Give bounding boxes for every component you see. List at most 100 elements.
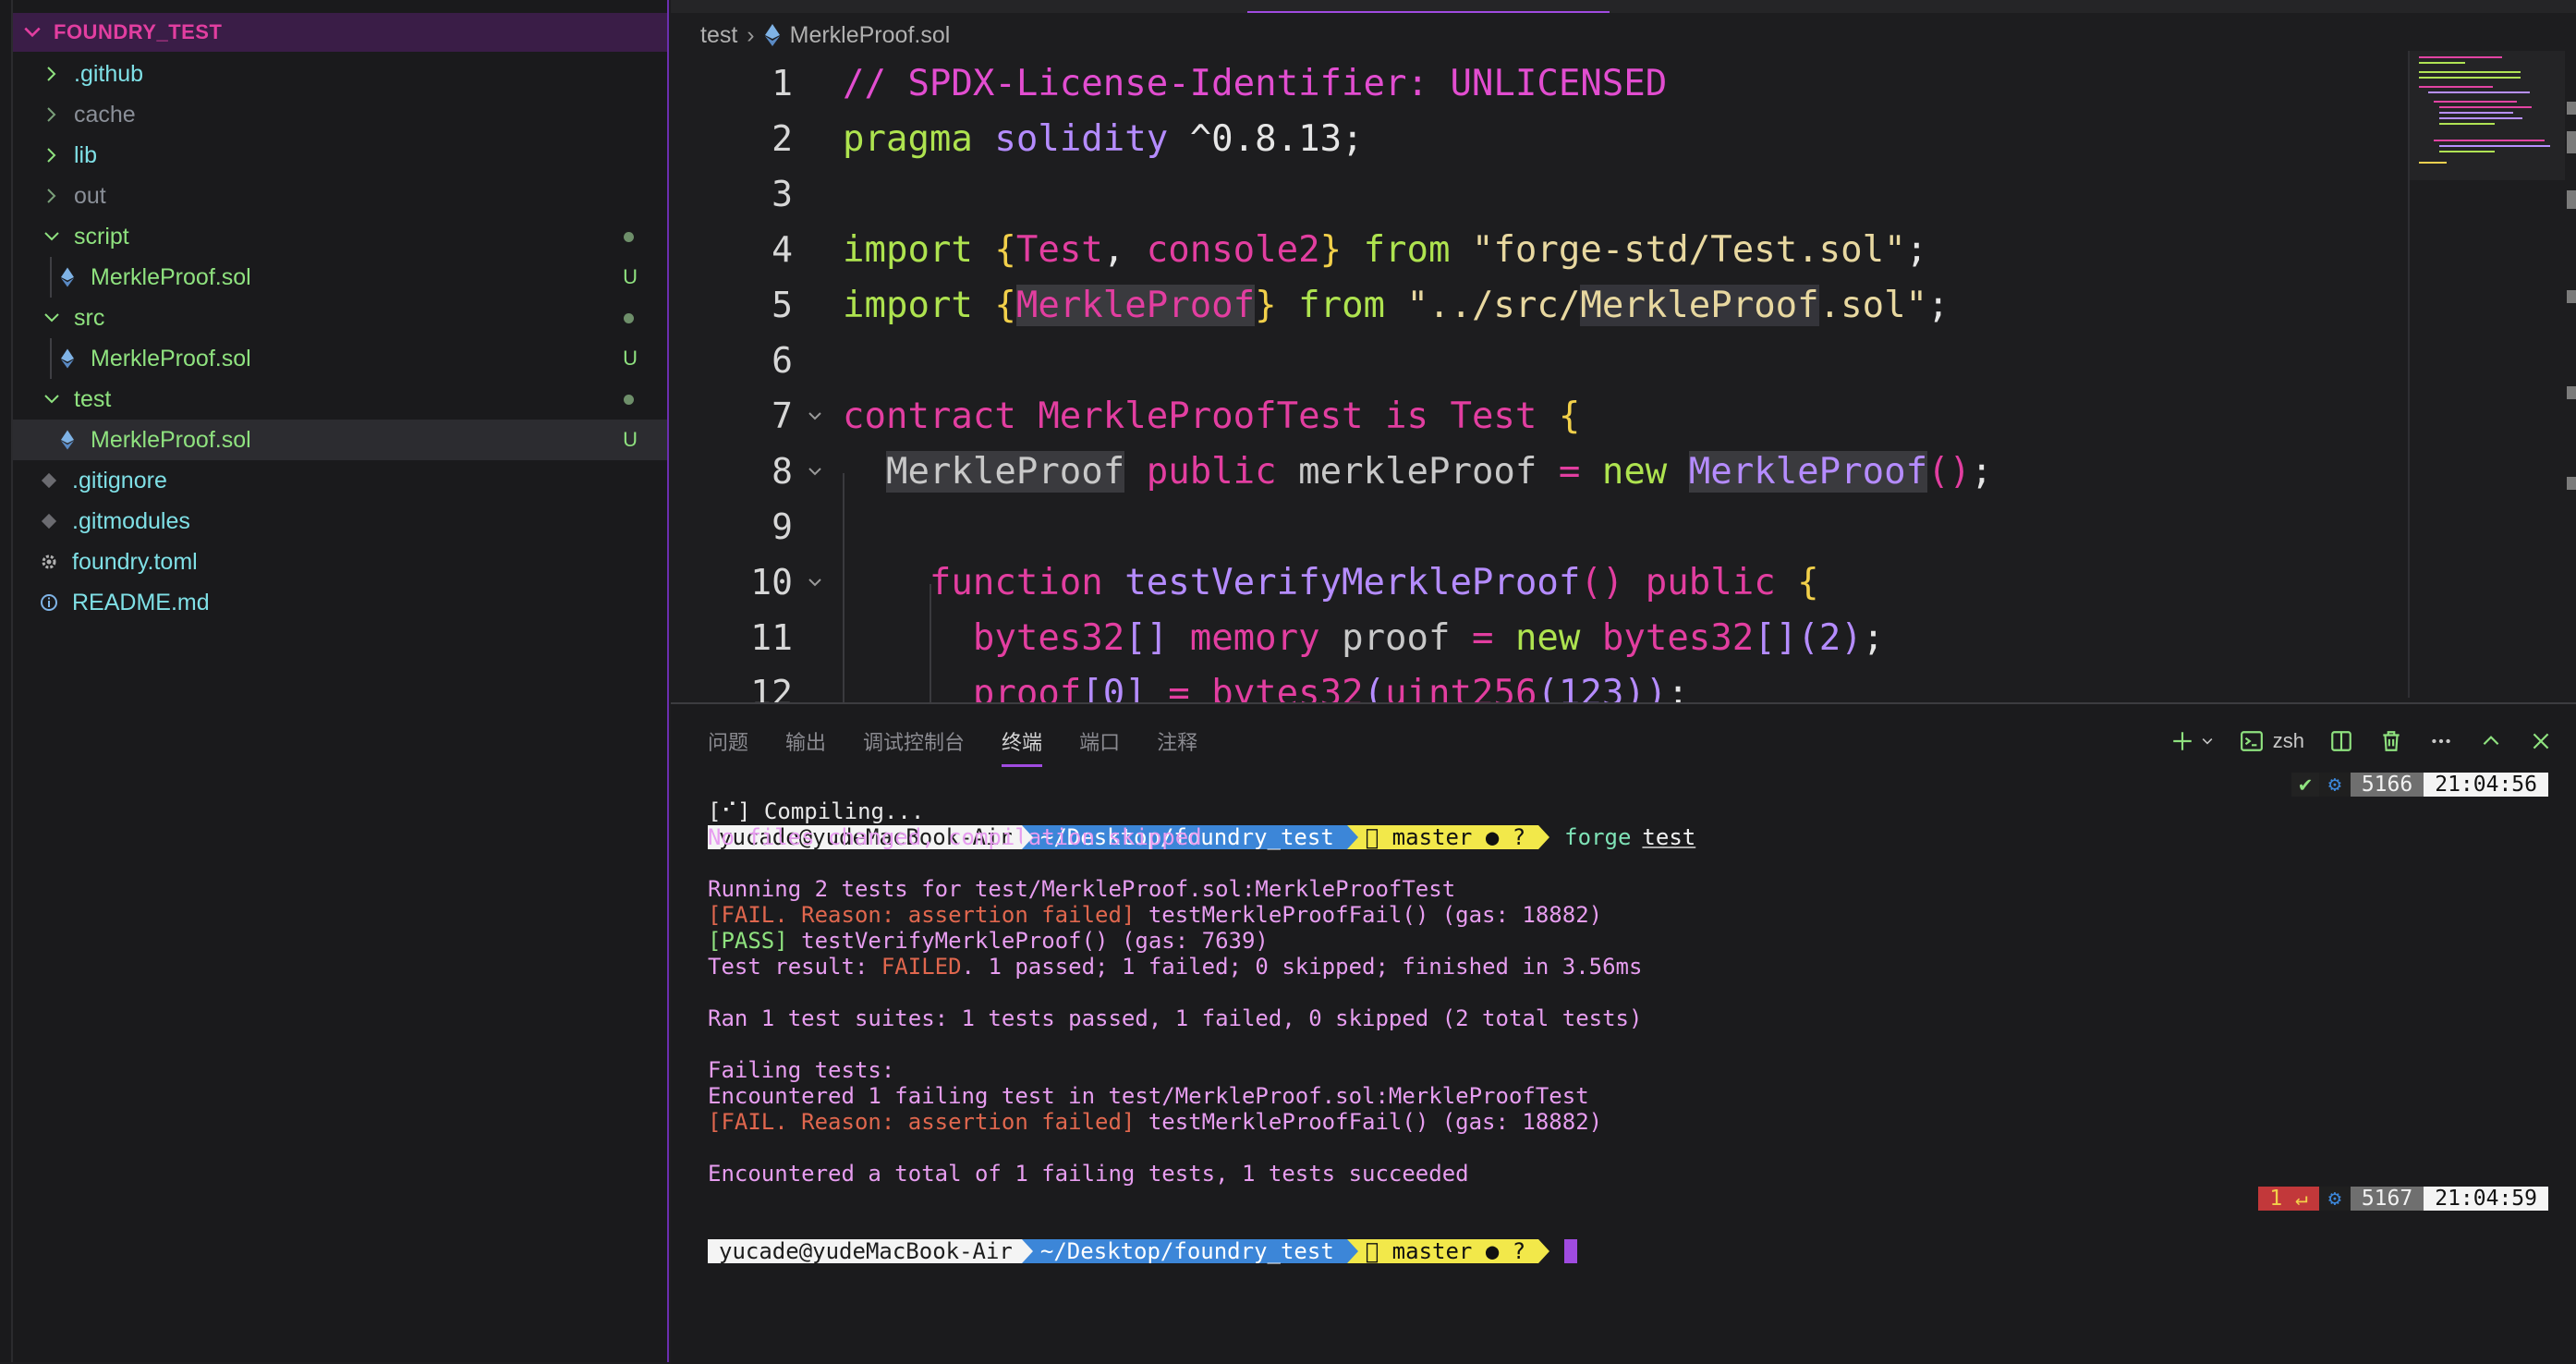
panel-tabs: 问题 输出 调试控制台 终端 端口 注释 <box>708 713 1234 769</box>
tree-item-label: out <box>74 182 106 209</box>
tree-item-github[interactable]: .github <box>13 54 667 94</box>
kill-terminal-button[interactable] <box>2378 728 2404 754</box>
prompt-time: 21:04:56 <box>2424 773 2548 797</box>
fail-tag: [FAIL. Reason: assertion failed] <box>708 1109 1136 1135</box>
explorer-sidebar: FOUNDRY_TEST .github cache lib out scrip… <box>0 0 669 1362</box>
close-panel-button[interactable] <box>2528 728 2554 754</box>
fold-chevron-icon[interactable] <box>806 573 824 591</box>
tree-item-test[interactable]: test <box>13 379 667 420</box>
tree-item-label: test <box>74 385 112 412</box>
more-actions-button[interactable] <box>2428 728 2454 754</box>
terminal-line: Running 2 tests for test/MerkleProof.sol… <box>708 876 1456 902</box>
prompt-git:  master ● ? <box>1346 1238 1539 1264</box>
terminal-output[interactable]: yucade@yudeMacBook-Air ~/Desktop/foundry… <box>708 773 2548 1264</box>
tree-item-label: .gitmodules <box>72 507 190 534</box>
tree-item-gitignore[interactable]: .gitignore <box>13 460 667 501</box>
terminal-line: [FAIL. Reason: assertion failed] testMer… <box>708 902 2548 928</box>
gear-icon: ⚙ <box>2318 773 2351 797</box>
prompt-time: 21:04:59 <box>2424 1187 2548 1211</box>
info-icon <box>39 592 59 613</box>
code-editor[interactable]: test › MerkleProof.sol 1 // SPDX-License… <box>671 0 2576 702</box>
split-terminal-button[interactable] <box>2328 728 2354 754</box>
breadcrumb-folder[interactable]: test <box>700 22 737 49</box>
tree-item-label: .gitignore <box>72 467 167 493</box>
tab-debug-console[interactable]: 调试控制台 <box>863 721 965 761</box>
git-icon <box>39 470 59 491</box>
indent-guide <box>843 473 844 702</box>
code-line: 9 <box>671 499 2408 554</box>
tree-item-gitmodules[interactable]: .gitmodules <box>13 501 667 542</box>
code-text: function testVerifyMerkleProof() public … <box>929 561 1819 603</box>
code-comment: // SPDX-License-Identifier: UNLICENSED <box>843 62 1668 104</box>
tree-item-readme[interactable]: README.md <box>13 582 667 623</box>
tree-item-src[interactable]: src <box>13 298 667 338</box>
terminal-line: [⠊] Compiling... <box>708 798 925 824</box>
code-line: 3 <box>671 166 2408 222</box>
untracked-badge: U <box>623 265 638 288</box>
tree-item-label: foundry.toml <box>72 548 198 575</box>
tree-item-foundry-toml[interactable]: foundry.toml <box>13 542 667 582</box>
code-line: 8 MerkleProof public merkleProof = new M… <box>671 444 2408 499</box>
tree-item-script-merkleproof[interactable]: MerkleProof.sol U <box>13 257 667 298</box>
new-terminal-button[interactable] <box>2169 728 2195 754</box>
result-prefix: Test result: <box>708 954 881 980</box>
ethereum-icon <box>764 24 780 46</box>
chevron-down-icon <box>2202 738 2213 745</box>
root-folder-label: FOUNDRY_TEST <box>54 20 223 43</box>
scroll-marker <box>2567 190 2576 209</box>
terminal-icon <box>2240 731 2263 751</box>
minimap-viewport[interactable] <box>2410 51 2565 180</box>
chevron-down-icon <box>44 395 59 404</box>
terminal-shell-selector[interactable]: zsh <box>2240 729 2304 753</box>
tab-output[interactable]: 输出 <box>785 721 826 761</box>
code-line: 6 <box>671 333 2408 388</box>
git-icon <box>39 511 59 531</box>
tree-item-out[interactable]: out <box>13 176 667 216</box>
chevron-right-icon: › <box>747 21 755 48</box>
minimap[interactable] <box>2408 51 2567 698</box>
chevron-up-icon <box>2483 736 2499 746</box>
terminal-cursor <box>1564 1239 1578 1263</box>
pass-tag: [PASS] <box>708 928 788 954</box>
tree-item-test-merkleproof[interactable]: MerkleProof.sol U <box>13 420 667 460</box>
tab-terminal[interactable]: 终端 <box>1002 721 1043 767</box>
explorer-root-header[interactable]: FOUNDRY_TEST <box>13 13 667 52</box>
code-line: 7 contract MerkleProofTest is Test { <box>671 388 2408 444</box>
terminal-dropdown-button[interactable] <box>2199 728 2216 754</box>
breadcrumb: test › MerkleProof.sol <box>700 18 950 52</box>
chevron-right-icon <box>47 148 56 163</box>
terminal-line: [FAIL. Reason: assertion failed] testMer… <box>708 1109 2548 1135</box>
code-text: pragma solidity ^0.8.13; <box>843 117 1364 160</box>
fail-test-name: testMerkleProofFail() (gas: 18882) <box>1148 1109 1603 1135</box>
tree-item-lib[interactable]: lib <box>13 135 667 176</box>
result-summary: . 1 passed; 1 failed; 0 skipped; finishe… <box>961 954 1643 980</box>
tab-ports[interactable]: 端口 <box>1079 721 1120 761</box>
line-number: 5 <box>772 285 793 325</box>
fold-chevron-icon[interactable] <box>806 407 824 425</box>
untracked-badge: U <box>623 347 638 370</box>
tab-problems[interactable]: 问题 <box>708 721 748 761</box>
modified-dot <box>624 394 634 405</box>
fold-chevron-icon[interactable] <box>806 462 824 481</box>
tree-item-cache[interactable]: cache <box>13 94 667 135</box>
code-line: 10 function testVerifyMerkleProof() publ… <box>671 554 2408 610</box>
tree-item-script[interactable]: script <box>13 216 667 257</box>
tree-item-src-merkleproof[interactable]: MerkleProof.sol U <box>13 338 667 379</box>
tab-comments[interactable]: 注释 <box>1157 721 1197 761</box>
close-icon <box>2533 733 2549 749</box>
line-number: 11 <box>750 617 793 658</box>
maximize-panel-button[interactable] <box>2478 728 2504 754</box>
breadcrumb-file[interactable]: MerkleProof.sol <box>790 22 951 49</box>
terminal-line: Ran 1 test suites: 1 tests passed, 1 fai… <box>708 1005 1643 1031</box>
line-number: 12 <box>750 673 793 702</box>
prompt-arrow <box>1346 825 1358 849</box>
tree-item-label: lib <box>74 141 98 168</box>
active-tab-indicator <box>1247 11 1610 13</box>
pass-test-name: testVerifyMerkleProof() (gas: 7639) <box>801 928 1269 954</box>
indent-guide <box>930 584 931 702</box>
modified-dot <box>624 231 634 242</box>
chevron-down-icon <box>44 313 59 323</box>
chevron-down-icon <box>44 232 59 241</box>
prompt-right-status: ✔ ⚙ 5166 21:04:56 <box>2291 773 2548 797</box>
code-text: MerkleProof public merkleProof = new Mer… <box>885 450 1993 493</box>
